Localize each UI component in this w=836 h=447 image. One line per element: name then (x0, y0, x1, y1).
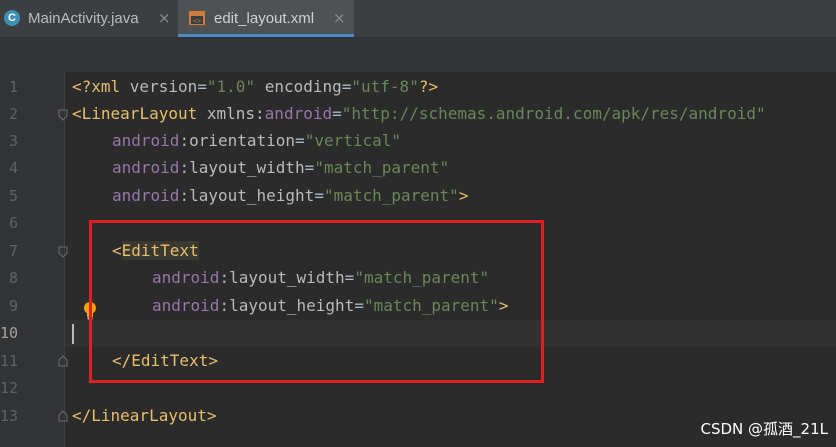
namespace: android (112, 186, 180, 205)
equals: = (314, 186, 324, 205)
attr-value: "vertical" (304, 131, 402, 150)
attr-value: "http://schemas.android.com/apk/res/andr… (341, 104, 766, 123)
xml-prolog-close: ?> (418, 77, 439, 96)
line-number: 9 (8, 297, 18, 315)
equals: = (341, 77, 352, 96)
equals: = (332, 104, 342, 123)
java-class-icon: C (4, 10, 20, 26)
colon: : (179, 158, 190, 177)
equals: = (295, 131, 305, 150)
svg-text:<>: <> (193, 17, 201, 25)
attr-name: orientation (189, 131, 296, 150)
line-number: 6 (8, 214, 18, 232)
code-line-2: <LinearLayout xmlns:android="http://sche… (72, 104, 766, 124)
fold-open-icon[interactable] (58, 109, 68, 121)
code-line-3: android:orientation="vertical" (112, 131, 401, 151)
bracket: </ (72, 406, 92, 425)
line-number: 10 (0, 324, 19, 342)
attr-name: encoding (264, 77, 342, 96)
colon: : (179, 186, 190, 205)
tag-name: LinearLayout (81, 104, 198, 123)
line-number: 5 (8, 187, 18, 205)
line-number: 4 (8, 159, 18, 177)
fold-close-icon[interactable] (58, 410, 68, 422)
text-caret (72, 324, 74, 344)
tab-edit-layout[interactable]: <> edit_layout.xml × (178, 0, 354, 37)
line-number: 8 (8, 269, 18, 287)
bracket: > (458, 186, 469, 205)
attr-name: version (129, 77, 198, 96)
code-line-1: <?xml version="1.0" encoding="utf-8"?> (72, 77, 438, 97)
line-number: 12 (0, 379, 19, 397)
attr-name: xmlns: (206, 104, 265, 123)
tag-name: LinearLayout (91, 406, 207, 425)
line-number: 13 (0, 407, 19, 425)
watermark: CSDN @孤酒_21L (700, 420, 828, 438)
code-line-5: android:layout_height="match_parent"> (112, 186, 468, 206)
editor-toolbar-strip (0, 38, 836, 72)
editor-tab-bar: C MainActivity.java × <> edit_layout.xml… (0, 0, 836, 38)
attr-value: "1.0" (206, 77, 256, 96)
namespace: android (112, 158, 180, 177)
attr-name: layout_width (189, 158, 305, 177)
code-line-13: </LinearLayout> (72, 406, 217, 426)
gutter-divider (64, 72, 65, 447)
line-number: 11 (0, 352, 19, 370)
namespace: android (112, 131, 180, 150)
line-number: 2 (8, 105, 18, 123)
attr-value: "match_parent" (323, 186, 459, 205)
tab-label: MainActivity.java (28, 10, 139, 27)
highlight-box (89, 220, 544, 383)
attr-value: "match_parent" (314, 158, 450, 177)
line-number: 7 (8, 242, 18, 260)
line-number: 1 (8, 78, 18, 96)
colon: : (179, 131, 190, 150)
tab-main-activity[interactable]: C MainActivity.java × (0, 0, 176, 37)
namespace: android (264, 104, 333, 123)
xml-file-icon: <> (189, 11, 205, 25)
tab-label: edit_layout.xml (214, 10, 315, 27)
equals: = (197, 77, 207, 96)
close-icon[interactable]: × (158, 9, 171, 27)
code-line-4: android:layout_width="match_parent" (112, 158, 449, 178)
xml-prolog-open: <?xml (72, 77, 130, 96)
bracket: > (206, 406, 217, 425)
attr-value: "utf-8" (351, 77, 419, 96)
fold-open-icon[interactable] (58, 246, 68, 258)
close-icon[interactable]: × (333, 9, 346, 27)
bracket: < (72, 104, 82, 123)
attr-name: layout_height (189, 186, 315, 205)
line-number: 3 (8, 132, 18, 150)
fold-close-icon[interactable] (58, 355, 68, 367)
equals: = (304, 158, 315, 177)
